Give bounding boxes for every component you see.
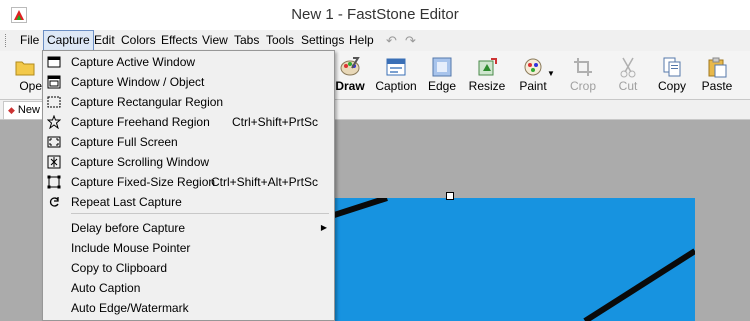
paint-icon <box>524 58 542 76</box>
capture-active-window-item[interactable]: Capture Active Window <box>43 52 334 72</box>
delay-before-capture-item[interactable]: Delay before Capture ▶ <box>43 218 334 238</box>
menu-separator <box>71 213 329 214</box>
capture-full-screen-item[interactable]: Capture Full Screen <box>43 132 334 152</box>
edge-button[interactable]: Edge <box>417 51 467 99</box>
menu-colors[interactable]: Colors <box>118 30 159 51</box>
crop-button[interactable]: Crop <box>558 51 608 99</box>
resize-handle[interactable] <box>446 192 454 200</box>
repeat-last-capture-item[interactable]: Repeat Last Capture <box>43 192 334 212</box>
capture-rectangular-region-item[interactable]: Capture Rectangular Region <box>43 92 334 112</box>
copy-button[interactable]: Copy <box>647 51 697 99</box>
menu-bar: File Capture Edit Colors Effects View Ta… <box>0 30 750 51</box>
dashed-rectangle-icon <box>47 96 61 108</box>
window-object-icon <box>47 75 61 89</box>
tab-new[interactable]: ◆ New <box>3 101 45 119</box>
menu-settings[interactable]: Settings <box>298 30 347 51</box>
submenu-arrow-icon: ▶ <box>320 223 327 232</box>
copy-to-clipboard-item[interactable]: Copy to Clipboard <box>43 258 334 278</box>
auto-caption-item[interactable]: Auto Caption <box>43 278 334 298</box>
capture-window-object-item[interactable]: Capture Window / Object <box>43 72 334 92</box>
include-mouse-pointer-item[interactable]: Include Mouse Pointer <box>43 238 334 258</box>
edge-icon <box>432 57 452 77</box>
fixed-size-region-icon <box>47 175 61 189</box>
capture-fixed-size-region-item[interactable]: Capture Fixed-Size Region Ctrl+Shift+Alt… <box>43 172 334 192</box>
menu-tabs[interactable]: Tabs <box>231 30 262 51</box>
caption-icon <box>386 58 406 76</box>
open-button[interactable]: Ope <box>8 51 42 99</box>
repeat-arrow-icon <box>49 197 59 207</box>
scrolling-window-icon <box>47 155 61 169</box>
crop-icon <box>574 58 592 76</box>
menu-capture[interactable]: Capture <box>43 30 94 51</box>
modified-dot-icon: ◆ <box>8 105 15 115</box>
undo-icon[interactable]: ↶ <box>386 30 397 51</box>
title-bar: New 1 - FastStone Editor <box>0 0 750 30</box>
capture-scrolling-window-item[interactable]: Capture Scrolling Window <box>43 152 334 172</box>
resize-button[interactable]: Resize <box>462 51 512 99</box>
menu-help[interactable]: Help <box>346 30 377 51</box>
menubar-grip <box>5 34 9 47</box>
auto-edge-watermark-item[interactable]: Auto Edge/Watermark <box>43 298 334 318</box>
freehand-star-icon <box>47 115 61 129</box>
menu-effects[interactable]: Effects <box>158 30 200 51</box>
paint-dropdown-arrow[interactable]: ▼ <box>547 69 555 78</box>
window-icon <box>47 56 61 68</box>
capture-menu: Capture Active Window Capture Window / O… <box>42 50 335 321</box>
menu-file[interactable]: File <box>17 30 42 51</box>
caption-button[interactable]: Caption <box>371 51 421 99</box>
palette-icon <box>340 57 360 76</box>
redo-icon[interactable]: ↷ <box>405 30 416 51</box>
folder-icon <box>15 61 35 76</box>
menu-edit[interactable]: Edit <box>91 30 118 51</box>
cut-button[interactable]: Cut <box>603 51 653 99</box>
resize-icon <box>478 58 497 76</box>
menu-tools[interactable]: Tools <box>263 30 297 51</box>
capture-freehand-region-item[interactable]: Capture Freehand Region Ctrl+Shift+PrtSc <box>43 112 334 132</box>
menu-view[interactable]: View <box>199 30 231 51</box>
window-title: New 1 - FastStone Editor <box>291 6 459 23</box>
copy-icon <box>663 57 681 77</box>
full-screen-icon <box>47 136 61 148</box>
clipboard-icon <box>708 57 727 78</box>
paste-button[interactable]: Paste <box>692 51 742 99</box>
scissors-icon <box>620 57 636 78</box>
